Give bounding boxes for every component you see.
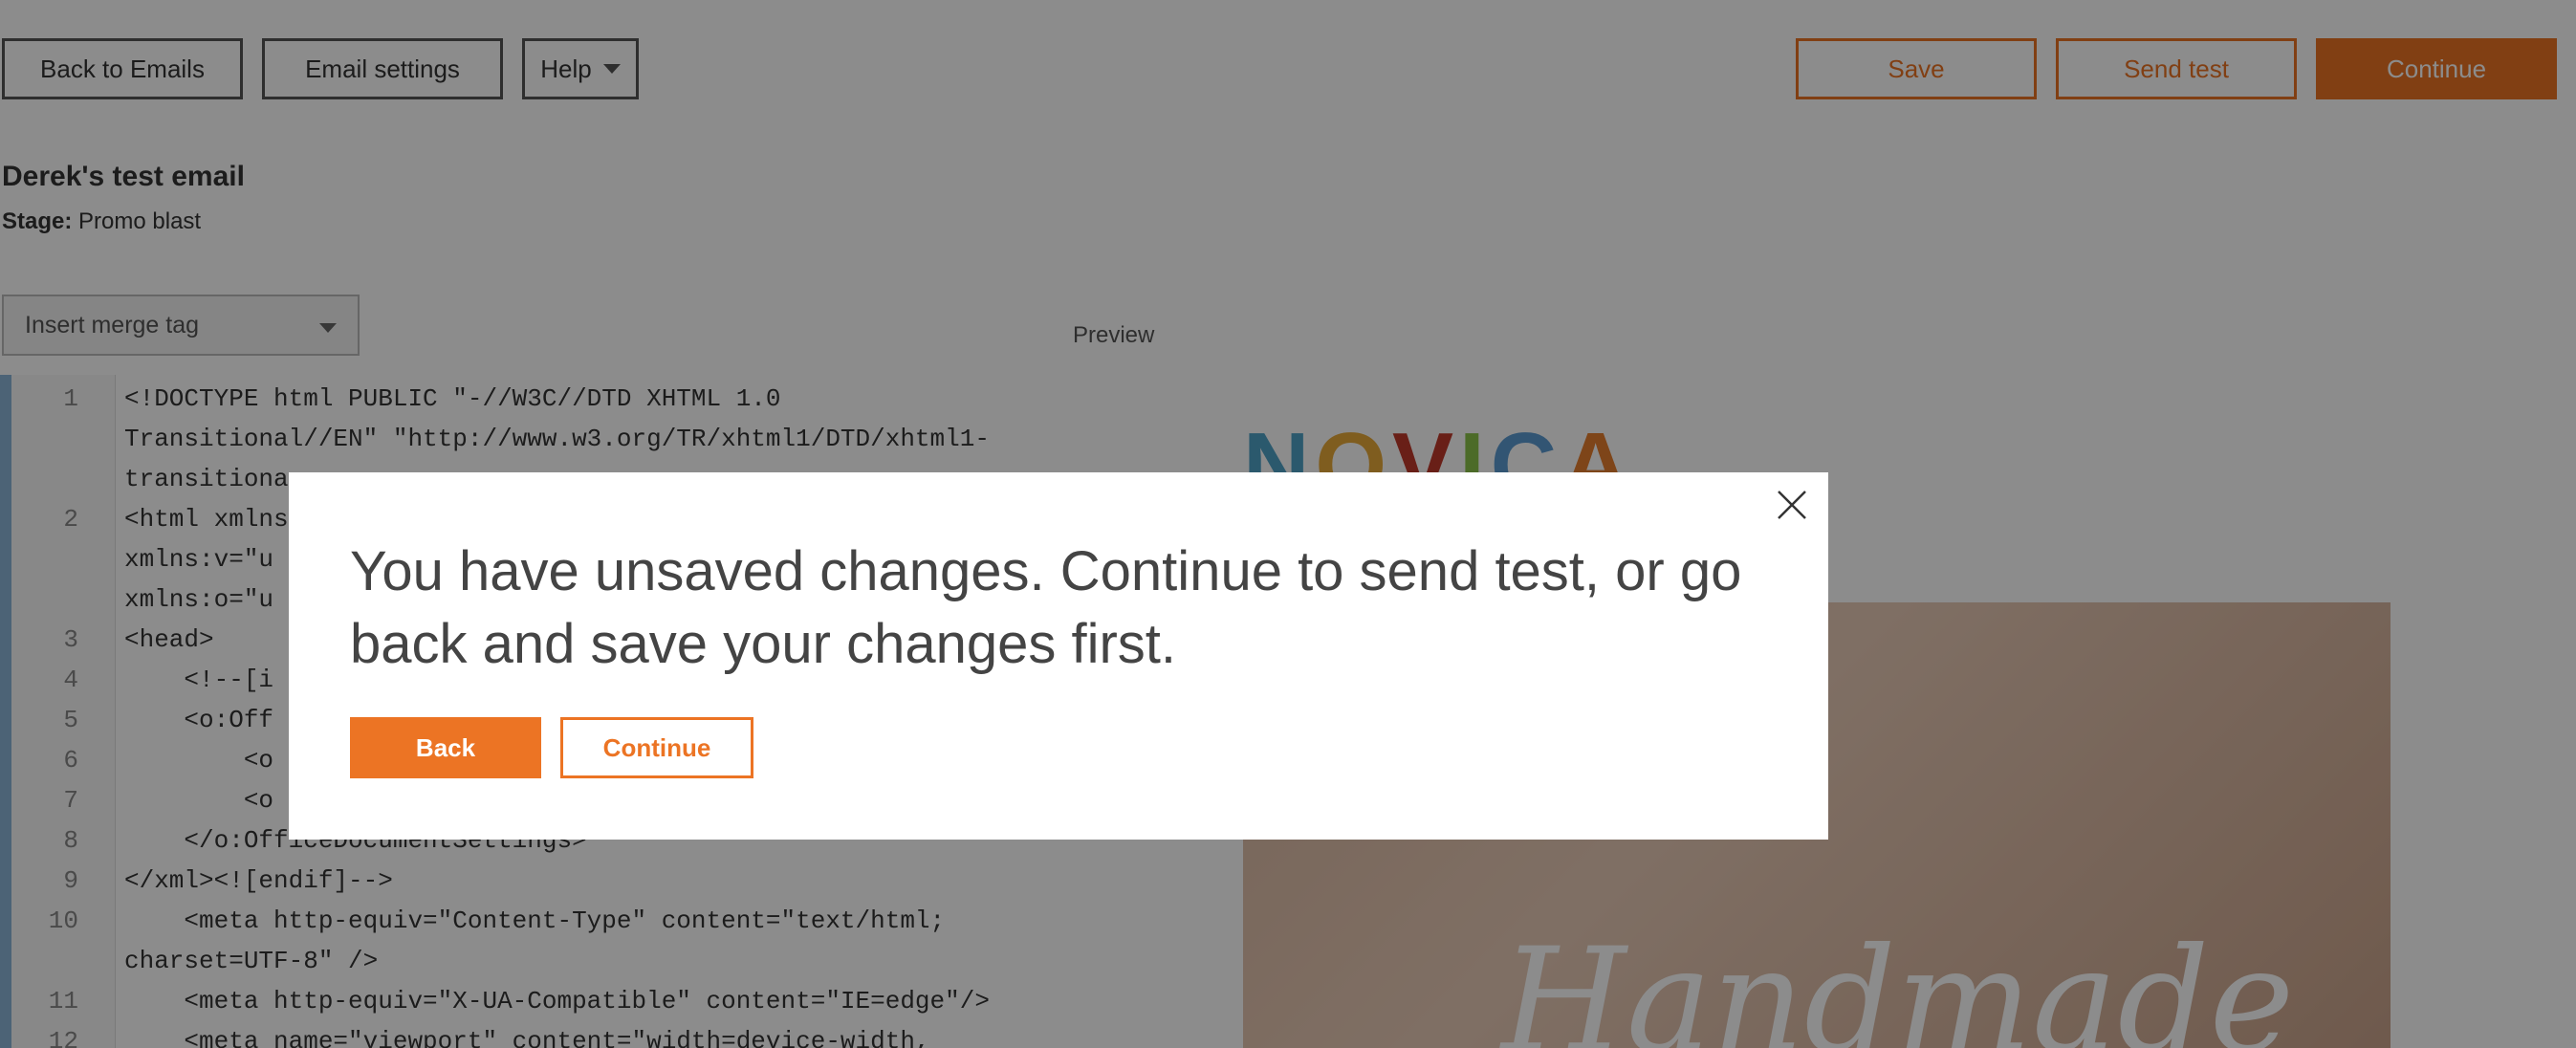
close-icon[interactable] xyxy=(1773,486,1811,524)
dialog-back-button[interactable]: Back xyxy=(350,717,541,778)
unsaved-changes-dialog: You have unsaved changes. Continue to se… xyxy=(289,472,1828,840)
dialog-back-label: Back xyxy=(415,732,476,762)
dialog-message: You have unsaved changes. Continue to se… xyxy=(350,540,1742,675)
dialog-continue-button[interactable]: Continue xyxy=(560,717,753,778)
dialog-continue-label: Continue xyxy=(602,732,711,762)
